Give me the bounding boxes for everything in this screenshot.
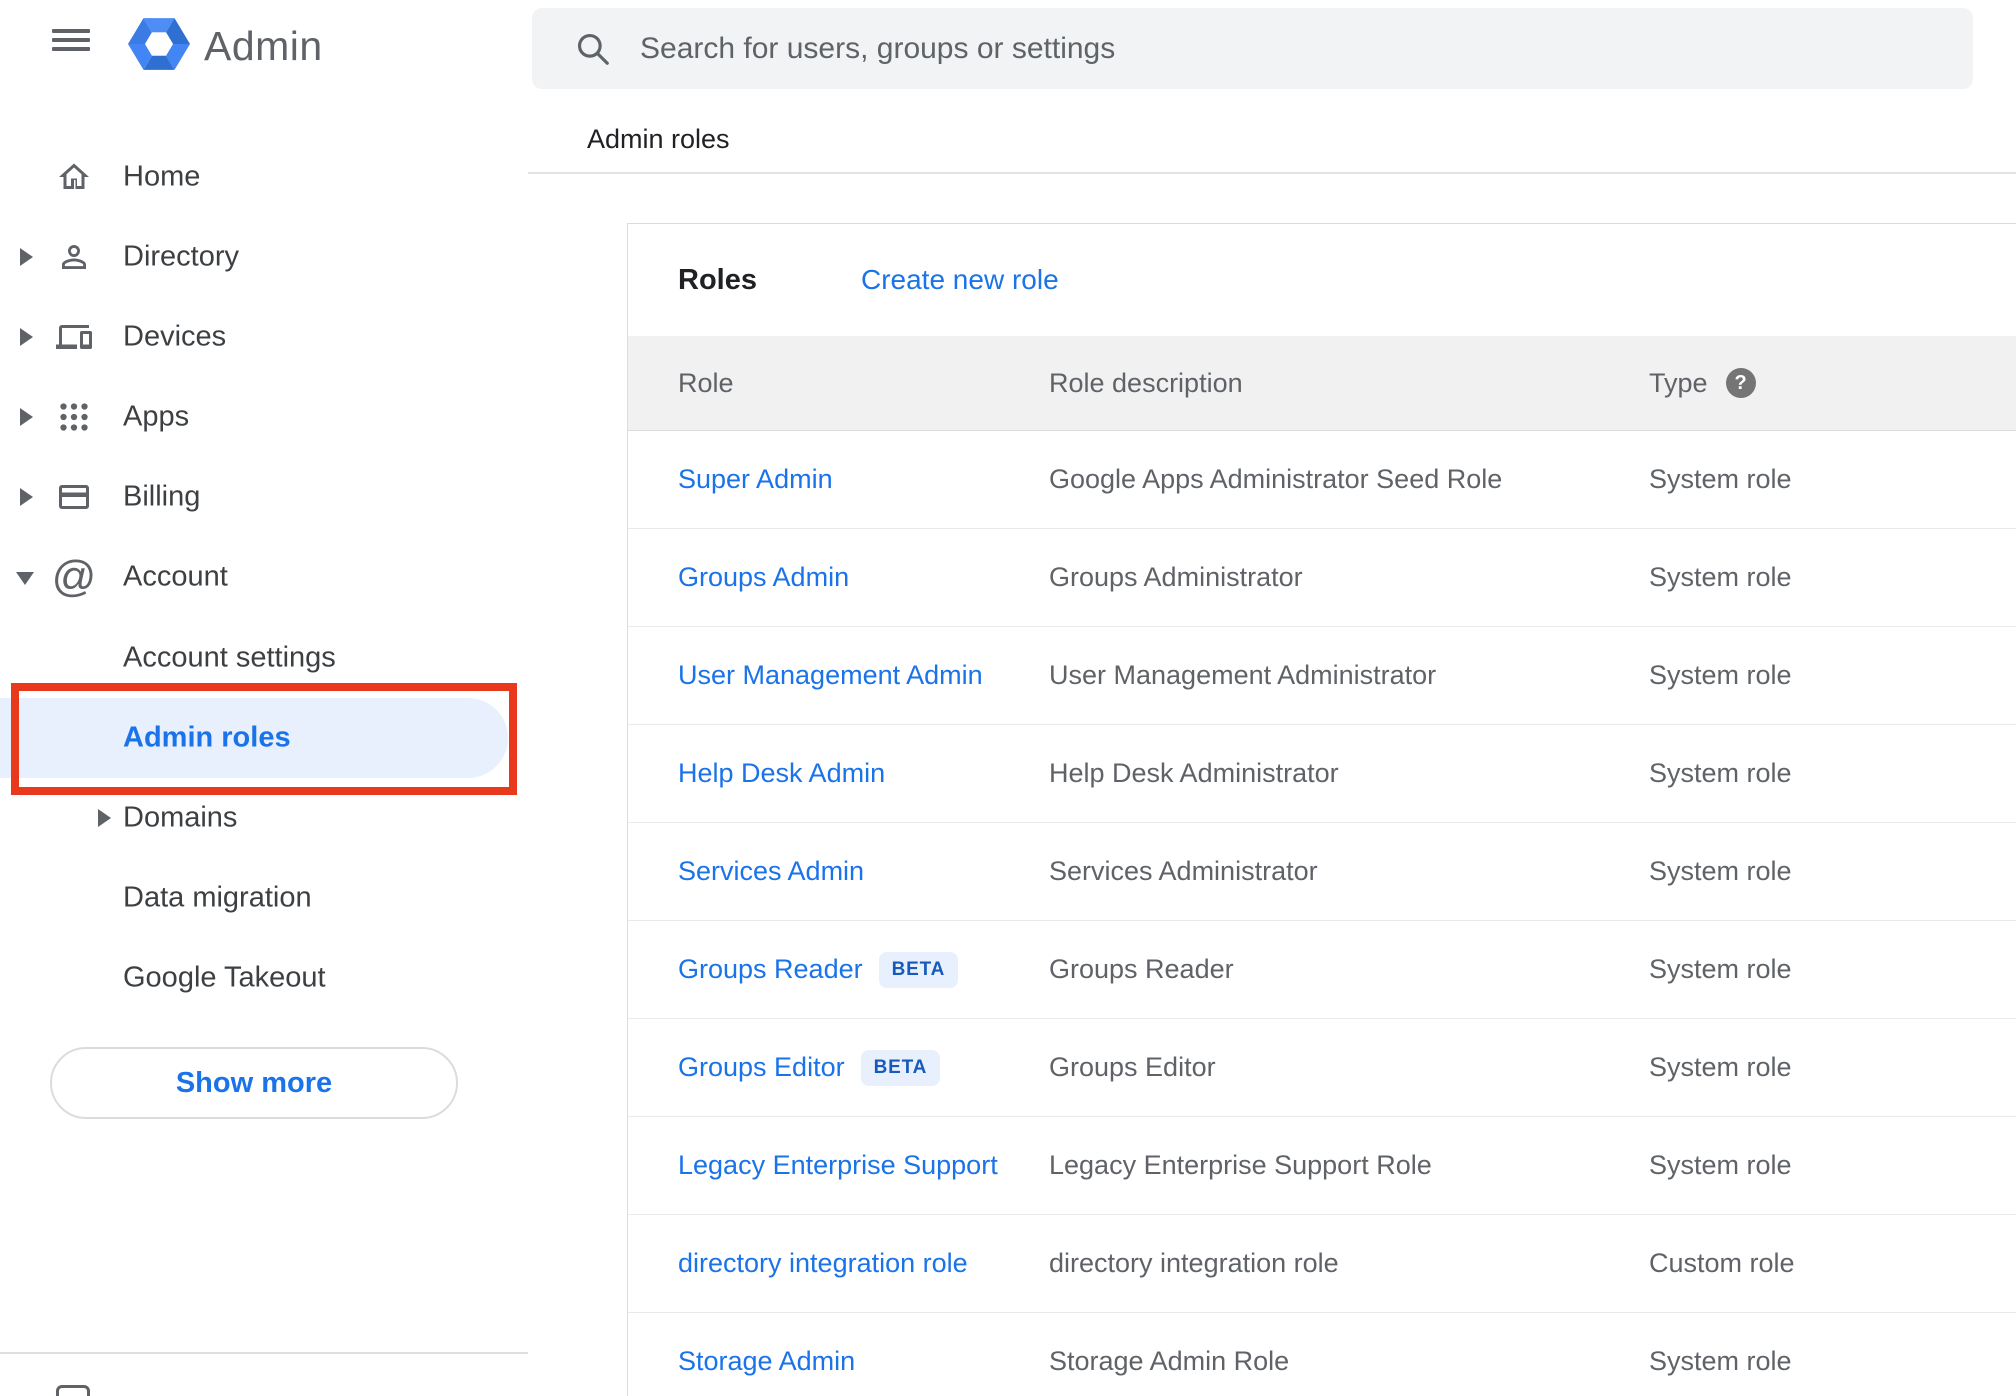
card-title: Roles	[678, 263, 757, 296]
sidebar-divider	[0, 1352, 528, 1354]
sidebar-item-label: Domains	[123, 801, 238, 834]
role-description: directory integration role	[1049, 1248, 1339, 1278]
role-type: System role	[1649, 954, 1792, 984]
role-link[interactable]: directory integration role	[678, 1248, 968, 1279]
sidebar-item-label: Billing	[123, 480, 201, 513]
sidebar-item-google-takeout[interactable]: Google Takeout	[0, 938, 528, 1018]
role-link[interactable]: Groups Reader	[678, 954, 863, 985]
table-row: Groups Reader BETA Groups Reader System …	[628, 921, 2016, 1019]
expand-right-icon[interactable]	[98, 809, 111, 827]
table-row: Groups Admin Groups Administrator System…	[628, 529, 2016, 627]
role-link[interactable]: Services Admin	[678, 856, 864, 887]
table-row: Legacy Enterprise Support Legacy Enterpr…	[628, 1117, 2016, 1215]
role-type: System role	[1649, 464, 1792, 494]
roles-table-body: Super Admin Google Apps Administrator Se…	[628, 431, 2016, 1396]
table-row: Storage Admin Storage Admin Role System …	[628, 1313, 2016, 1396]
breadcrumb: Admin roles	[587, 124, 730, 154]
role-type: System role	[1649, 1150, 1792, 1180]
role-link[interactable]: Groups Admin	[678, 562, 849, 593]
table-row: directory integration role directory int…	[628, 1215, 2016, 1313]
roles-card: Roles Create new role Role Role descript…	[627, 223, 2016, 1396]
role-type: System role	[1649, 660, 1792, 690]
content-divider	[528, 172, 2016, 174]
sidebar-item-domains[interactable]: Domains	[0, 778, 528, 858]
sidebar-item-label: Devices	[123, 320, 227, 353]
sidebar-item-account[interactable]: @ Account	[0, 537, 528, 617]
person-icon	[56, 239, 92, 275]
table-row: Groups Editor BETA Groups Editor System …	[628, 1019, 2016, 1117]
sidebar-item-label: Data migration	[123, 881, 312, 914]
sidebar-item-directory[interactable]: Directory	[0, 217, 528, 297]
column-header-description: Role description	[1049, 367, 1243, 398]
role-link[interactable]: User Management Admin	[678, 660, 983, 691]
role-type: System role	[1649, 856, 1792, 886]
credit-card-icon	[56, 479, 92, 515]
column-header-type: Type ?	[1649, 336, 1756, 430]
role-description: Services Administrator	[1049, 856, 1318, 886]
expand-right-icon[interactable]	[20, 488, 33, 506]
create-new-role-link[interactable]: Create new role	[861, 264, 1059, 296]
role-link[interactable]: Help Desk Admin	[678, 758, 885, 789]
sidebar-item-billing[interactable]: Billing	[0, 457, 528, 537]
role-link[interactable]: Legacy Enterprise Support	[678, 1150, 998, 1181]
beta-badge: BETA	[878, 951, 959, 988]
sidebar-item-label: Admin roles	[123, 721, 291, 754]
table-row: Services Admin Services Administrator Sy…	[628, 823, 2016, 921]
home-icon	[56, 159, 92, 195]
sidebar-item-label: Account settings	[123, 641, 336, 674]
roles-card-header: Roles Create new role	[628, 224, 2016, 336]
sidebar-item-account-settings[interactable]: Account settings	[0, 618, 528, 698]
expand-right-icon[interactable]	[20, 328, 33, 346]
search-icon	[577, 33, 609, 65]
column-header-role: Role	[678, 367, 734, 398]
at-icon: @	[51, 552, 97, 601]
sidebar-item-home[interactable]: Home	[0, 137, 528, 217]
partial-sidebar-icon	[56, 1385, 90, 1396]
logo-text: Admin	[204, 23, 323, 69]
role-description: User Management Administrator	[1049, 660, 1437, 690]
devices-icon	[56, 319, 92, 355]
role-description: Help Desk Administrator	[1049, 758, 1339, 788]
role-description: Legacy Enterprise Support Role	[1049, 1150, 1432, 1180]
help-icon[interactable]: ?	[1725, 368, 1756, 398]
admin-console: Admin Home Directory Devices	[0, 0, 2016, 1396]
role-type: System role	[1649, 562, 1792, 592]
role-description: Groups Reader	[1049, 954, 1234, 984]
role-type: System role	[1649, 1346, 1792, 1376]
table-header-row: Role Role description Type ?	[628, 336, 2016, 431]
sidebar-item-apps[interactable]: Apps	[0, 377, 528, 457]
sidebar-item-label: Home	[123, 160, 201, 193]
show-more-button[interactable]: Show more	[50, 1047, 458, 1119]
hamburger-menu-icon[interactable]	[52, 28, 90, 54]
beta-badge: BETA	[860, 1049, 941, 1086]
search-bar	[532, 8, 1973, 89]
role-type: Custom role	[1649, 1248, 1795, 1278]
expand-right-icon[interactable]	[20, 408, 33, 426]
apps-grid-icon	[56, 399, 92, 435]
role-type: System role	[1649, 1052, 1792, 1082]
role-link[interactable]: Groups Editor	[678, 1052, 845, 1083]
expand-down-icon[interactable]	[16, 572, 34, 585]
admin-gem-icon	[128, 14, 190, 79]
role-type: System role	[1649, 758, 1792, 788]
table-row: User Management Admin User Management Ad…	[628, 627, 2016, 725]
sidebar-item-data-migration[interactable]: Data migration	[0, 858, 528, 938]
role-link[interactable]: Super Admin	[678, 464, 833, 495]
role-description: Groups Administrator	[1049, 562, 1303, 592]
role-description: Groups Editor	[1049, 1052, 1216, 1082]
search-input[interactable]	[640, 31, 1973, 66]
role-description: Storage Admin Role	[1049, 1346, 1290, 1376]
expand-right-icon[interactable]	[20, 248, 33, 266]
table-row: Help Desk Admin Help Desk Administrator …	[628, 725, 2016, 823]
sidebar-item-label: Account	[123, 560, 228, 593]
sidebar-item-label: Apps	[123, 400, 190, 433]
sidebar-item-label: Google Takeout	[123, 961, 326, 994]
role-link[interactable]: Storage Admin	[678, 1346, 855, 1377]
admin-logo[interactable]: Admin	[128, 14, 323, 79]
sidebar-item-devices[interactable]: Devices	[0, 297, 528, 377]
table-row: Super Admin Google Apps Administrator Se…	[628, 431, 2016, 529]
sidebar-item-admin-roles[interactable]: Admin roles	[0, 698, 528, 778]
sidebar-item-label: Directory	[123, 240, 240, 273]
role-description: Google Apps Administrator Seed Role	[1049, 464, 1503, 494]
